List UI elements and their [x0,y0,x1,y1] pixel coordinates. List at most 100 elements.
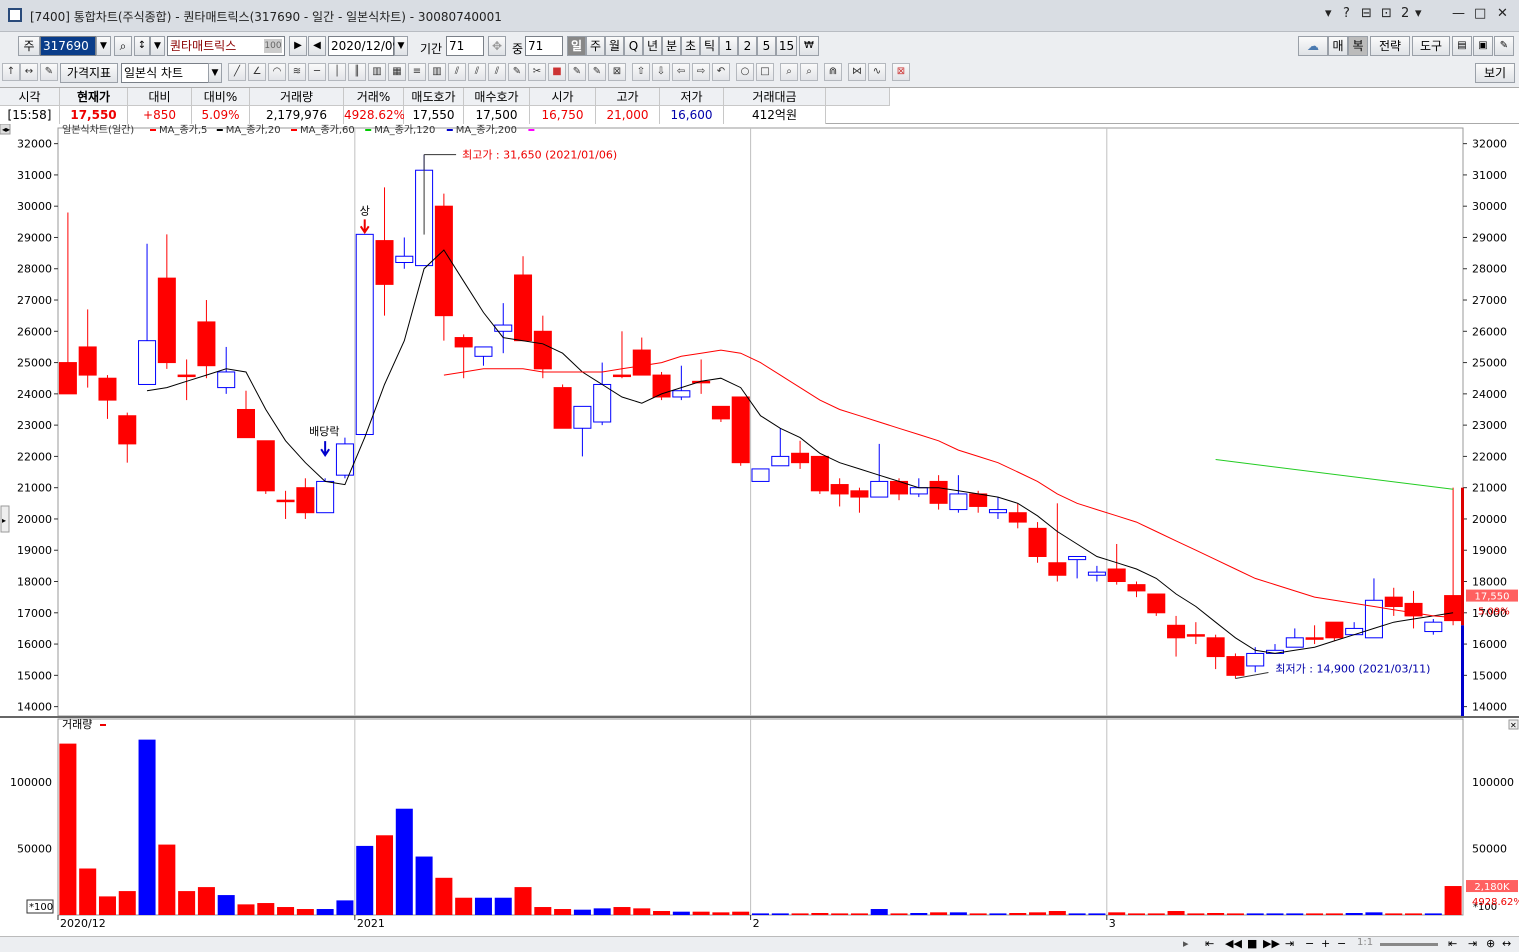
fullscreen-icon[interactable]: ⊕ [1486,937,1495,950]
strategy-button[interactable]: 전략 [1370,36,1410,56]
period-2-button[interactable]: 2 [738,36,757,56]
magnet-icon[interactable]: ⋒ [824,63,842,81]
stock-code-input[interactable]: 317690 [40,36,96,56]
horizontal-line-icon[interactable]: ─ [308,63,326,81]
fibo-retrace-icon[interactable]: ≡ [408,63,426,81]
delete-drawing-icon[interactable]: ⊠ [608,63,626,81]
edit-icon[interactable]: ✎ [40,63,58,81]
view-button[interactable]: 보기 [1475,63,1515,83]
chart-type-select[interactable]: 일본식 차트 [121,63,209,83]
count-input[interactable]: 71 [525,36,563,56]
quote-change: +850 [128,106,192,124]
date-dropdown-icon[interactable]: ▼ [394,36,408,56]
date-input[interactable]: 2020/12/09 [328,36,400,56]
zoom-in-status-icon[interactable]: + [1321,937,1330,950]
open-folder-icon[interactable]: ▤ [1452,36,1472,56]
trend-line-icon[interactable]: ╱ [228,63,246,81]
scroll-right-icon[interactable]: ⇨ [692,63,710,81]
zoom-icon[interactable]: ⌕ [780,63,798,81]
settings-wrench-icon[interactable]: ✎ [1494,36,1514,56]
text-tool-icon[interactable]: ✎ [588,63,606,81]
expand-icon[interactable]: ↔ [1502,937,1511,950]
minimize-button[interactable]: — [1452,6,1465,21]
sort-dropdown-icon[interactable]: ▼ [150,36,165,56]
tools-button[interactable]: 도구 [1412,36,1450,56]
eraser-icon[interactable]: ✂ [528,63,546,81]
zoom-out-icon[interactable]: ⌕ [800,63,818,81]
fan-line-icon[interactable]: ≋ [288,63,306,81]
cross-line-icon[interactable]: ║ [348,63,366,81]
rectangle-icon[interactable]: □ [756,63,774,81]
zoom-minus-icon[interactable]: − [1337,937,1346,950]
sort-icon[interactable]: ↕ [134,36,150,56]
scroll-down-icon[interactable]: ⇩ [652,63,670,81]
gann-grid-icon[interactable]: ▦ [388,63,406,81]
period-custom-icon[interactable]: ₩ [799,36,819,56]
arc-icon[interactable]: ◠ [268,63,286,81]
jump-start-icon[interactable]: ⇤ [1448,937,1457,950]
undo-icon[interactable]: ↶ [712,63,730,81]
chart-pattern-icon[interactable]: ⋈ [848,63,866,81]
move-icon[interactable]: ✥ [488,36,506,56]
period-15-button[interactable]: 15 [776,36,797,56]
menu-dropdown-icon[interactable]: ▾ [1325,6,1332,21]
scroll-first-icon[interactable]: ⇤ [1205,937,1214,950]
period-5-button[interactable]: 5 [757,36,776,56]
scroll-left-icon[interactable]: ⇦ [672,63,690,81]
color-palette-icon[interactable]: ■ [548,63,566,81]
rewind-icon[interactable]: ◀◀ [1225,937,1242,950]
help-icon[interactable]: ? [1343,6,1350,21]
speed-line-icon[interactable]: ⫽ [448,63,466,81]
wave-icon[interactable]: ∿ [868,63,886,81]
market-select[interactable]: 주 [18,36,40,56]
period-1-button[interactable]: 1 [719,36,738,56]
link-number[interactable]: 2 [1401,6,1409,21]
pin-icon[interactable]: ⊡ [1381,6,1392,21]
period-quarter-button[interactable]: Q [624,36,643,56]
line-style-icon[interactable]: ✎ [568,63,586,81]
maximize-button[interactable]: □ [1474,6,1486,21]
cloud-icon[interactable]: ☁ [1298,36,1328,56]
period-second-button[interactable]: 초 [681,36,700,56]
period-input[interactable]: 71 [446,36,484,56]
link-dropdown-icon[interactable]: ▾ [1415,6,1422,21]
period-day-button[interactable]: 일 [567,36,586,56]
cycle-line-icon[interactable]: ▥ [368,63,386,81]
code-dropdown-icon[interactable]: ▼ [96,36,111,56]
fast-forward-icon[interactable]: ▶▶ [1263,937,1280,950]
save-icon[interactable]: ▣ [1473,36,1493,56]
scroll-left-icon[interactable]: ▸ [1183,937,1189,950]
period-tick-button[interactable]: 틱 [700,36,719,56]
period-month-button[interactable]: 월 [605,36,624,56]
parallel-line-icon[interactable]: ⫽ [488,63,506,81]
period-minute-button[interactable]: 분 [662,36,681,56]
close-button[interactable]: ✕ [1497,6,1508,21]
period-year-button[interactable]: 년 [643,36,662,56]
fibo-time-icon[interactable]: ▥ [428,63,446,81]
zoom-slider[interactable] [1380,943,1438,946]
scroll-up-icon[interactable]: ⇧ [632,63,650,81]
step-end-icon[interactable]: ⇥ [1285,937,1294,950]
buy-button[interactable]: 매 [1328,36,1348,56]
stock-chart[interactable]: 14000 1400015000 1500016000 1600017000 17000… [0,124,1519,936]
angle-line-icon[interactable]: ∠ [248,63,266,81]
prev-stock-button[interactable]: ◀ [308,36,326,56]
pencil-icon[interactable]: ✎ [508,63,526,81]
next-stock-button[interactable]: ▶ [289,36,307,56]
horizontal-arrows-icon[interactable]: ↔ [20,63,38,81]
chart-type-dropdown-icon[interactable]: ▼ [208,63,222,83]
search-icon[interactable]: ⌕ [114,36,132,56]
stock-name-field[interactable]: 퀀타매트릭스 100 [167,36,285,56]
period-week-button[interactable]: 주 [586,36,605,56]
vertical-line-icon[interactable]: │ [328,63,346,81]
circle-icon[interactable]: ○ [736,63,754,81]
zoom-out-status-icon[interactable]: − [1305,937,1314,950]
close-tools-icon[interactable]: ⊠ [892,63,910,81]
compound-button[interactable]: 복 [1348,36,1368,56]
stop-icon[interactable]: ■ [1247,937,1257,950]
layout-icon[interactable]: ⊟ [1361,6,1372,21]
up-arrow-icon[interactable]: ↑ [2,63,20,81]
jump-end-icon[interactable]: ⇥ [1468,937,1477,950]
indicator-button[interactable]: 가격지표 [60,63,118,83]
channel-icon[interactable]: ⫽ [468,63,486,81]
